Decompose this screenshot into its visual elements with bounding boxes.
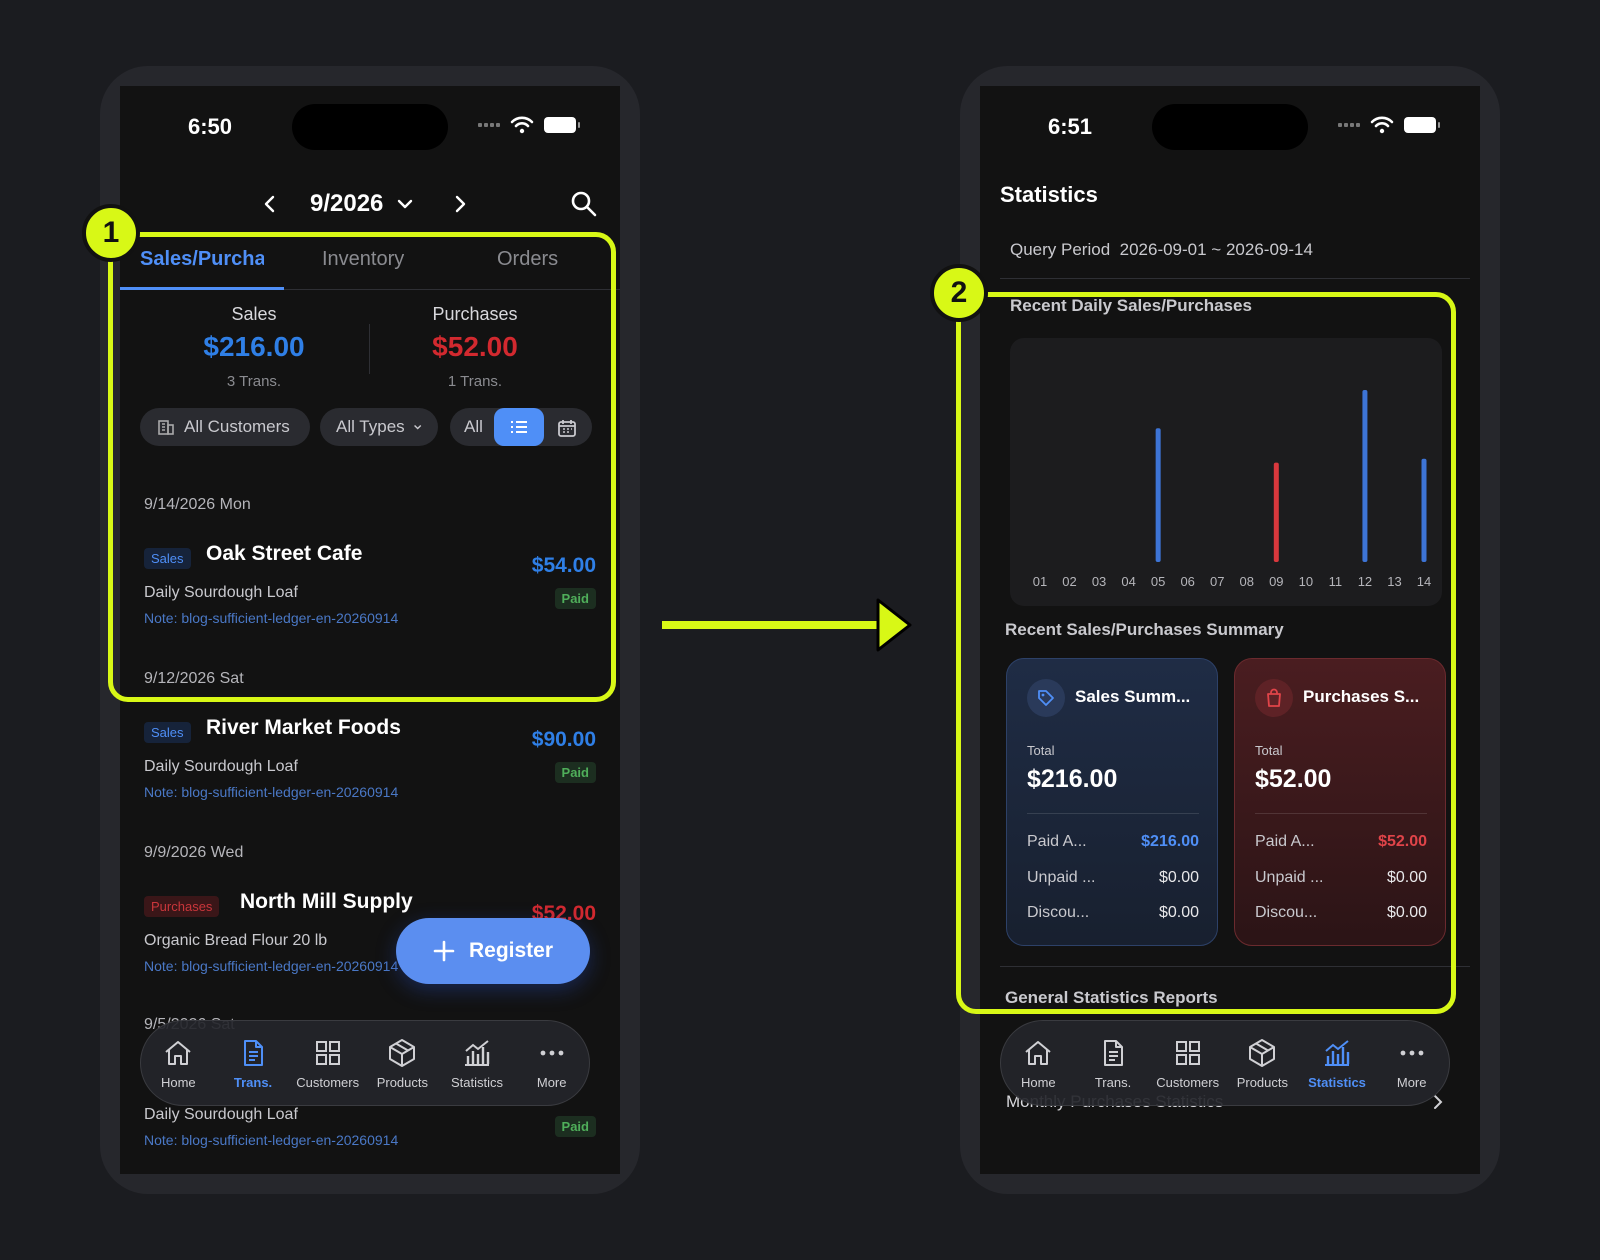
chart-icon [465,1039,490,1066]
chevron-right-icon[interactable] [446,190,474,218]
nav-products[interactable]: Products [365,1021,440,1105]
bottom-nav: Home Trans. Customers Products Statistic… [1000,1020,1450,1106]
battery-icon [544,117,580,133]
transaction-note: Note: blog-sufficient-ledger-en-20260914 [144,958,399,974]
highlight-box-1 [108,232,616,702]
divider [1000,278,1470,279]
counterparty-name: North Mill Supply [240,890,413,913]
status-time: 6:50 [188,114,233,139]
query-range: 2026-09-01 ~ 2026-09-14 [1119,240,1313,259]
nav-label: Statistics [1308,1074,1366,1090]
box-icon [389,1038,416,1067]
item-name: Daily Sourdough Loaf [144,758,298,775]
signal-icon [1338,123,1360,127]
nav-label: Home [160,1074,196,1090]
month-label: 9/2026 [310,190,384,217]
nav-statistics[interactable]: Statistics [1300,1021,1375,1105]
nav-label: Statistics [451,1074,504,1090]
wifi-icon [510,116,534,134]
nav-transactions[interactable]: Trans. [216,1021,291,1105]
month-selector[interactable]: 9/2026 [310,190,414,218]
box-icon [1249,1038,1276,1067]
more-icon [540,1050,564,1055]
nav-transactions[interactable]: Trans. [1076,1021,1151,1105]
nav-more[interactable]: More [1374,1021,1449,1105]
transaction-note: Note: blog-sufficient-ledger-en-20260914 [144,784,399,800]
nav-home[interactable]: Home [1001,1021,1076,1105]
chevron-left-icon[interactable] [256,190,284,218]
battery-icon [1404,117,1440,133]
nav-label: Home [1020,1074,1056,1090]
date-header: 9/9/2026 Wed [144,844,244,861]
dynamic-island [1152,104,1308,150]
nav-label: More [536,1074,567,1090]
chevron-down-icon [397,199,413,209]
home-icon [1025,1040,1051,1065]
nav-label: Customers [296,1074,360,1090]
nav-home[interactable]: Home [141,1021,216,1105]
item-name: Organic Bread Flour 20 lb [144,932,328,949]
nav-label: More [1396,1074,1427,1090]
counterparty-name: River Market Foods [206,716,401,739]
transaction-row[interactable]: Sales River Market Foods Daily Sourdough… [120,714,620,824]
bottom-nav: Home Trans. Customers Products Statistic… [140,1020,590,1106]
nav-products[interactable]: Products [1225,1021,1300,1105]
status-icons [478,116,580,134]
type-badge: Purchases [144,896,220,917]
nav-more[interactable]: More [514,1021,589,1105]
page-title: Statistics [1000,182,1098,207]
nav-statistics[interactable]: Statistics [440,1021,515,1105]
query-period: Query Period 2026-09-01 ~ 2026-09-14 [1010,240,1313,260]
nav-customers[interactable]: Customers [1150,1021,1225,1105]
nav-label: Products [1236,1074,1288,1090]
month-navigator: 9/2026 [120,184,620,224]
status-time: 6:51 [1048,114,1093,139]
item-name: Daily Sourdough Loaf [144,1106,298,1123]
chart-icon [1325,1039,1350,1066]
nav-customers[interactable]: Customers [290,1021,365,1105]
more-icon [1400,1050,1424,1055]
step-badge-2: 2 [930,264,988,322]
highlight-box-2 [956,292,1456,1014]
type-badge: Sales [144,722,191,743]
dynamic-island [292,104,448,150]
document-icon [244,1039,263,1066]
nav-label: Trans. [233,1074,273,1090]
search-icon[interactable] [568,188,600,220]
plus-icon [433,940,455,962]
arrow-right-icon [662,598,912,652]
nav-label: Products [376,1074,428,1090]
document-icon [1104,1039,1123,1066]
register-label: Register [468,939,554,962]
step-badge-1: 1 [82,204,140,262]
status-icons [1338,116,1440,134]
nav-label: Customers [1156,1074,1220,1090]
wifi-icon [1370,116,1394,134]
register-button[interactable]: Register [396,918,590,984]
signal-icon [478,123,500,127]
query-label: Query Period [1010,240,1111,259]
grid-icon [315,1040,340,1065]
paid-badge: Paid [554,1116,596,1137]
nav-label: Trans. [1094,1074,1132,1090]
transaction-note: Note: blog-sufficient-ledger-en-20260914 [144,1132,399,1148]
paid-badge: Paid [554,762,596,783]
transaction-amount: $90.00 [531,728,596,751]
grid-icon [1175,1040,1200,1065]
home-icon [165,1040,191,1065]
